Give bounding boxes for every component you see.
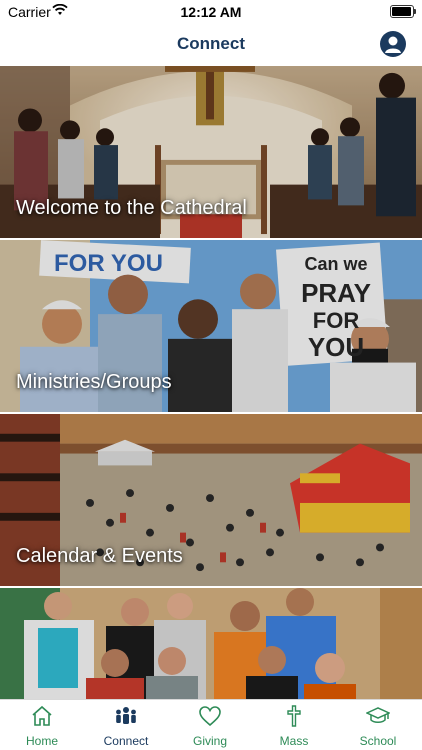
sign-pray-for-you: Can we PRAY FOR YOU xyxy=(301,254,371,362)
group-photo-image xyxy=(0,588,422,700)
tab-connect[interactable]: Connect xyxy=(84,700,168,750)
heart-icon xyxy=(199,706,221,727)
home-icon xyxy=(32,705,52,726)
tab-giving[interactable]: Giving xyxy=(168,700,252,750)
tab-mass[interactable]: Mass xyxy=(252,700,336,750)
svg-text:FOR YOU: FOR YOU xyxy=(54,250,163,277)
svg-text:PRAY: PRAY xyxy=(301,278,371,308)
svg-text:FOR: FOR xyxy=(313,308,360,333)
card-ministries-label: Ministries/Groups xyxy=(16,371,172,393)
connect-card-list: Welcome to the Cathedral FOR YOU Can we … xyxy=(0,66,422,700)
battery-icon xyxy=(390,5,416,18)
card-welcome-label: Welcome to the Cathedral xyxy=(16,197,247,219)
card-calendar-events-label: Calendar & Events xyxy=(16,545,183,567)
tab-home-label: Home xyxy=(25,734,58,748)
svg-text:YOU: YOU xyxy=(308,332,364,362)
tab-giving-label: Giving xyxy=(192,734,227,748)
tab-school-label: School xyxy=(359,734,397,748)
clock: 12:12 AM xyxy=(180,4,242,20)
tab-connect-label: Connect xyxy=(103,734,149,748)
card-welcome[interactable]: Welcome to the Cathedral xyxy=(0,66,422,240)
navigation-bar: Connect xyxy=(0,24,422,67)
card-ministries[interactable]: FOR YOU Can we PRAY FOR YOU Ministries/G… xyxy=(0,240,422,414)
tab-home[interactable]: Home xyxy=(0,700,84,750)
tab-mass-label: Mass xyxy=(279,734,309,748)
status-bar: Carrier 12:12 AM xyxy=(0,0,422,24)
cross-icon xyxy=(287,705,301,727)
sign-for-you: FOR YOU xyxy=(54,250,163,277)
page-title: Connect xyxy=(177,34,245,53)
svg-text:Can we: Can we xyxy=(304,254,367,274)
tab-bar: Home Connect Giving Mass School xyxy=(0,699,422,750)
people-icon xyxy=(116,707,136,724)
card-calendar-events[interactable]: Calendar & Events xyxy=(0,414,422,588)
profile-button[interactable] xyxy=(380,31,406,57)
user-icon xyxy=(385,36,401,53)
tab-school[interactable]: School xyxy=(336,700,420,750)
card-group-photo[interactable] xyxy=(0,588,422,700)
graduation-cap-icon xyxy=(366,707,390,723)
